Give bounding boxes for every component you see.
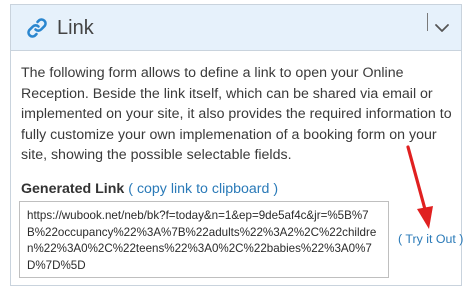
generated-link-box[interactable]: https://wubook.net/neb/bk?f=today&n=1&ep… [19, 201, 389, 278]
chevron-down-icon[interactable] [434, 22, 450, 34]
paren-close: ) [459, 232, 464, 246]
header-divider [427, 13, 428, 31]
paren-close: ) [273, 181, 279, 197]
try-it-row: ( Try it Out ) [398, 231, 463, 247]
copy-link-button[interactable]: copy link to clipboard [137, 181, 270, 197]
description-text: The following form allows to define a li… [21, 65, 452, 163]
try-it-out-link[interactable]: Try it Out [405, 232, 455, 246]
red-arrow-annotation [406, 145, 433, 229]
paren-open: ( [128, 181, 133, 197]
paren-open: ( [398, 232, 403, 246]
link-panel: Link The following form allows to define… [10, 4, 463, 286]
panel-title: Link [57, 17, 94, 39]
generated-link-value[interactable]: https://wubook.net/neb/bk?f=today&n=1&ep… [27, 208, 379, 274]
link-icon [27, 18, 47, 38]
generated-link-row: Generated Link ( copy link to clipboard … [21, 180, 278, 198]
generated-link-label: Generated Link [21, 181, 125, 197]
panel-header[interactable]: Link [11, 5, 461, 51]
